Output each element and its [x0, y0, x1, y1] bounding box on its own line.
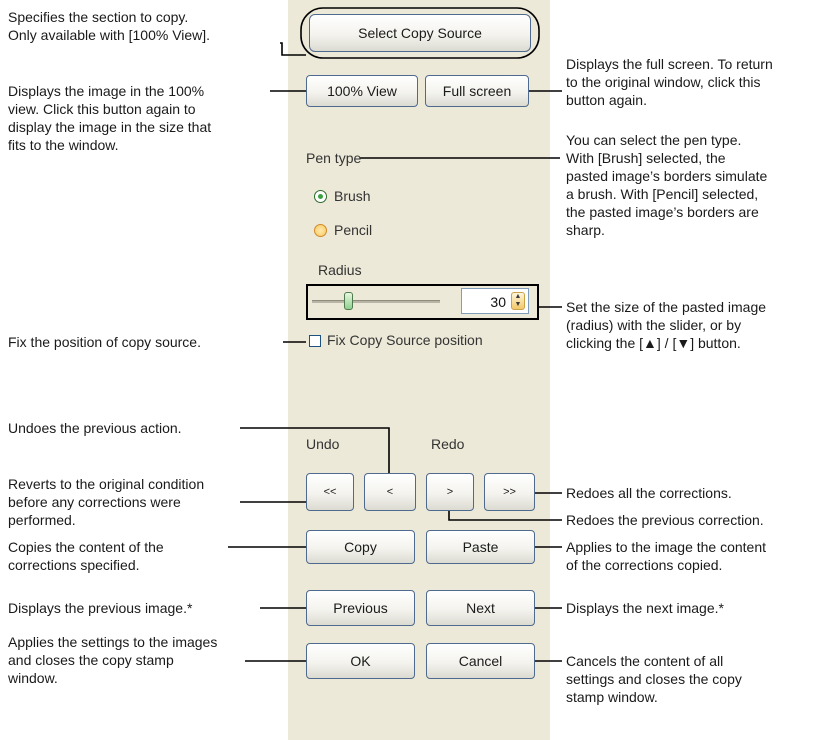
next-button[interactable]: Next [426, 590, 535, 626]
redo-all-button[interactable]: >> [484, 473, 535, 511]
previous-button[interactable]: Previous [306, 590, 415, 626]
radius-slider-thumb[interactable] [343, 292, 353, 310]
redo-label: Redo [431, 436, 465, 452]
copy-button[interactable]: Copy [306, 530, 415, 564]
annotation-pen-type: You can select the pen type. With [Brush]… [566, 132, 768, 238]
annotation-paste: Applies to the image the content of the c… [566, 539, 767, 573]
pen-type-label: Pen type [306, 150, 362, 166]
annotation-full-screen: Displays the full screen. To return to th… [566, 56, 773, 108]
select-copy-source-button[interactable]: Select Copy Source [309, 14, 531, 52]
annotation-redo-all: Redoes all the corrections. [566, 485, 732, 501]
brush-label: Brush [334, 188, 371, 204]
undo-button[interactable]: < [364, 473, 416, 511]
radius-slider-track[interactable] [312, 300, 440, 303]
annotation-redo: Redoes the previous correction. [566, 512, 764, 528]
100-view-button[interactable]: 100% View [306, 75, 418, 107]
annotation-undo-all: Reverts to the original condition before … [8, 476, 205, 528]
undo-all-button[interactable]: << [306, 473, 354, 511]
annotation-undo: Undoes the previous action. [8, 420, 182, 436]
paste-button[interactable]: Paste [426, 530, 535, 564]
radius-label: Radius [318, 262, 362, 278]
pencil-label: Pencil [334, 222, 373, 238]
full-screen-button[interactable]: Full screen [425, 75, 529, 107]
annotation-previous: Displays the previous image.* [8, 600, 193, 616]
annotation-ok: Applies the settings to the images and cl… [8, 634, 218, 686]
spin-arrows-icon[interactable]: ▲ ▼ [511, 292, 525, 310]
fix-copy-source-checkbox[interactable] [309, 335, 321, 347]
radius-value: 30 [490, 294, 506, 310]
annotation-next: Displays the next image.* [566, 600, 724, 616]
annotation-radius: Set the size of the pasted image (radius)… [566, 299, 767, 351]
annotation-fix-source: Fix the position of copy source. [8, 334, 201, 350]
cancel-button[interactable]: Cancel [426, 643, 535, 679]
annotation-select-source: Specifies the section to copy. Only avail… [8, 9, 211, 43]
fix-copy-source-label: Fix Copy Source position [327, 332, 483, 348]
brush-radio[interactable] [314, 190, 327, 203]
redo-button[interactable]: > [426, 473, 474, 511]
radius-spinbox[interactable]: 30 ▲ ▼ [461, 288, 529, 314]
ok-button[interactable]: OK [306, 643, 415, 679]
annotation-copy: Copies the content of the corrections spe… [8, 539, 164, 573]
annotation-cancel: Cancels the content of all settings and c… [566, 653, 742, 705]
undo-label: Undo [306, 436, 340, 452]
pencil-radio[interactable] [314, 224, 327, 237]
annotation-100-view: Displays the image in the 100% view. Clic… [8, 83, 212, 153]
